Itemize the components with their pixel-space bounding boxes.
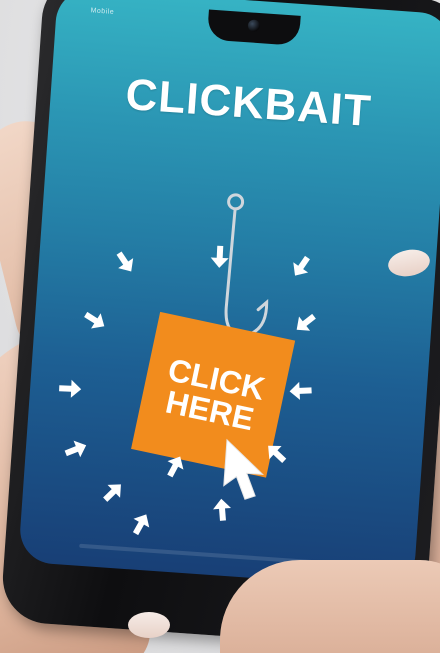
arrow-icon <box>206 243 233 270</box>
right-hand-palm <box>220 560 440 653</box>
arrow-icon <box>57 375 84 402</box>
headline: CLICKBAIT <box>124 69 374 137</box>
phone-screen: Mobile CLICKBAIT CLICK HERE <box>17 0 440 590</box>
arrow-icon <box>287 377 314 404</box>
arrow-icon <box>95 474 132 511</box>
arrow-icon <box>107 244 143 280</box>
arrow-icon <box>59 432 93 466</box>
arrow-icon <box>208 496 236 524</box>
status-bar-left: Mobile <box>90 7 115 16</box>
arrow-icon <box>77 302 113 338</box>
arrow-icon <box>123 506 158 541</box>
smartphone: Mobile CLICKBAIT CLICK HERE <box>0 0 440 650</box>
left-thumbnail <box>128 612 170 638</box>
arrow-icon <box>287 305 323 341</box>
photo-scene: Mobile CLICKBAIT CLICK HERE <box>0 0 440 653</box>
arrow-icon <box>283 249 319 285</box>
